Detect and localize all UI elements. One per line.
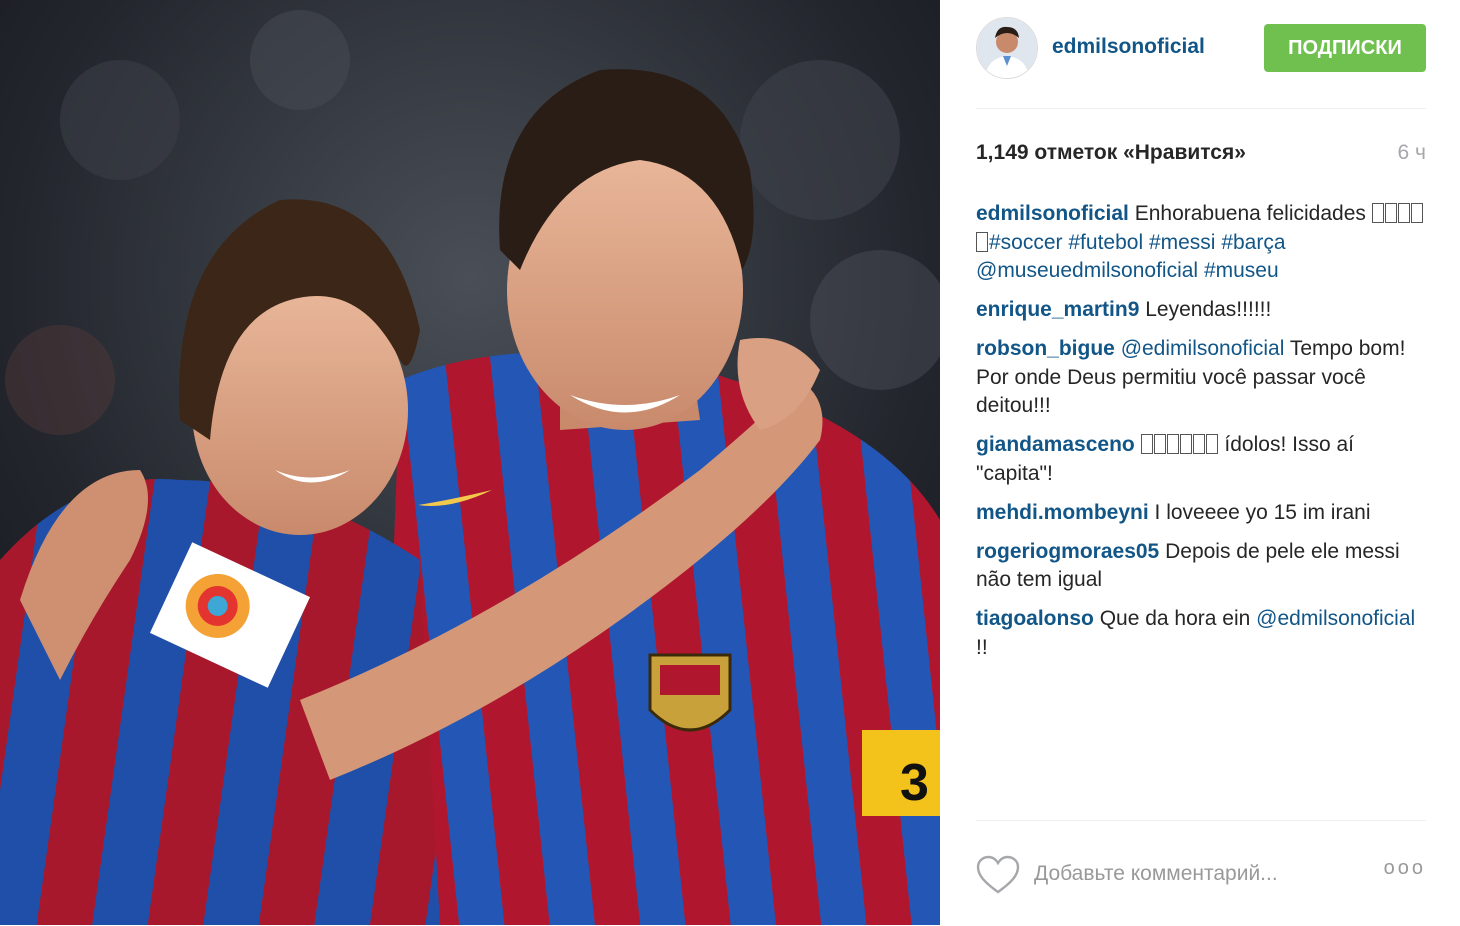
emoji-glyphs	[1371, 202, 1398, 225]
avatar[interactable]	[976, 17, 1038, 79]
comment-username[interactable]: robson_bigue	[976, 337, 1115, 360]
post-photo-illustration: 3	[0, 0, 940, 925]
svg-text:3: 3	[900, 754, 929, 812]
more-options-icon[interactable]: ooo	[1384, 857, 1426, 880]
comment: giandamasceno ídolos! Isso aí "capita"!	[976, 431, 1430, 488]
comment: mehdi.mombeyni I loveeee yo 15 im irani	[976, 499, 1430, 528]
post-timestamp[interactable]: 6 ч	[1398, 141, 1426, 165]
likes-count[interactable]: 1,149 отметок «Нравится»	[976, 141, 1246, 164]
comment-username[interactable]: giandamasceno	[976, 433, 1135, 456]
comment: enrique_martin9 Leyendas!!!!!!	[976, 296, 1430, 325]
comment-username[interactable]: tiagoalonso	[976, 607, 1094, 630]
post-header: edmilsonoficial ПОДПИСКИ	[976, 0, 1426, 109]
mention-link[interactable]: @edmilsonoficial	[1256, 607, 1415, 630]
comment-text: Leyendas!!!!!!	[1145, 298, 1272, 321]
comment-username[interactable]: edmilsonoficial	[976, 202, 1129, 225]
comment: rogeriogmoraes05 Depois de pele ele mess…	[976, 538, 1430, 595]
hashtag-link[interactable]: #museu	[1204, 259, 1279, 282]
comment-username[interactable]: mehdi.mombeyni	[976, 501, 1149, 524]
follow-button[interactable]: ПОДПИСКИ	[1264, 24, 1426, 72]
emoji-glyph	[976, 231, 988, 252]
instagram-post: 3 edmilsonoficial ПОДПИСКИ 1,149 отметок…	[0, 0, 1460, 925]
avatar-image	[977, 18, 1037, 78]
comment: robson_bigue @edimilsonoficial Tempo bom…	[976, 335, 1430, 421]
comment-input[interactable]	[1034, 857, 1374, 891]
comments-list: edmilsonoficial Enhorabuena felicidades …	[976, 200, 1430, 673]
comment-text: Enhorabuena felicidades	[1134, 202, 1366, 225]
hashtag-link[interactable]: #futebol	[1068, 231, 1143, 254]
likes-row: 1,149 отметок «Нравится» 6 ч	[976, 141, 1426, 171]
comment: tiagoalonso Que da hora ein @edmilsonofi…	[976, 605, 1430, 662]
comment-text: Que da hora ein	[1099, 607, 1251, 630]
post-sidebar: edmilsonoficial ПОДПИСКИ 1,149 отметок «…	[940, 0, 1460, 925]
post-photo[interactable]: 3	[0, 0, 940, 925]
heart-icon[interactable]	[976, 855, 1020, 895]
post-author-username[interactable]: edmilsonoficial	[1052, 35, 1205, 59]
comment-username[interactable]: rogeriogmoraes05	[976, 540, 1159, 563]
emoji-glyph	[1397, 203, 1410, 223]
hashtag-link[interactable]: #messi	[1149, 231, 1216, 254]
comment-caption: edmilsonoficial Enhorabuena felicidades …	[976, 200, 1430, 286]
comment-bar: ooo	[976, 820, 1426, 926]
comment-text: I loveeee yo 15 im irani	[1154, 500, 1371, 524]
comment-suffix: !!	[976, 635, 988, 659]
hashtag-link[interactable]: #soccer	[989, 231, 1063, 254]
comment-username[interactable]: enrique_martin9	[976, 298, 1139, 321]
mention-link[interactable]: @edimilsonoficial	[1121, 337, 1285, 360]
emoji-glyph	[1410, 203, 1423, 223]
emoji-glyphs	[1140, 433, 1219, 456]
hashtag-link[interactable]: #barça	[1221, 231, 1285, 254]
mention-link[interactable]: @museuedmilsonoficial	[976, 259, 1198, 282]
